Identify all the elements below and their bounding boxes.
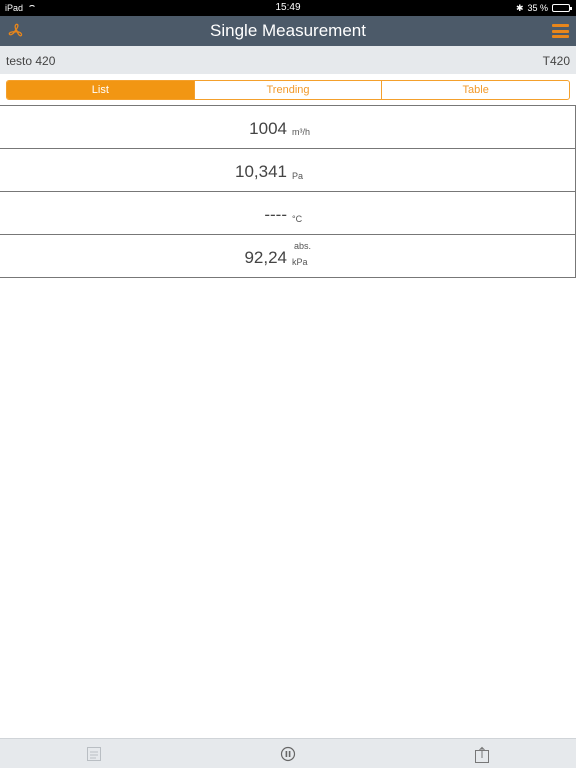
status-time: 15:49 [275,2,301,13]
measurement-unit: kPa [292,257,308,267]
report-icon[interactable] [86,746,102,762]
measurement-value: ---- [264,205,287,224]
measurement-value: 92,24 [244,248,287,267]
bluetooth-icon: ✱ [515,2,524,13]
view-tabs: List Trending Table [6,80,570,100]
device-model: T420 [542,54,570,68]
tab-table[interactable]: Table [381,81,569,99]
measurement-unit-qualifier: abs. [294,241,312,251]
measurement-value: 1004 [249,119,287,138]
page-title: Single Measurement [210,21,366,40]
measurement-row[interactable]: 10,341 Pa [0,149,575,192]
measurement-row[interactable]: ---- °C [0,192,575,235]
device-row: testo 420 T420 [0,46,576,74]
share-icon[interactable] [474,746,490,763]
device-name: testo 420 [6,54,56,68]
menu-bar [552,29,569,33]
nav-bar: Single Measurement [0,16,576,46]
status-right: ✱ 35 % [515,2,572,13]
measurement-unit: m³/h [292,127,310,137]
menu-icon[interactable] [552,24,569,38]
menu-bar [552,35,569,38]
measurement-unit: °C [292,214,303,224]
measurement-value: 10,341 [235,162,287,181]
bottom-toolbar [0,738,576,768]
tab-list[interactable]: List [7,81,194,99]
menu-bar [552,24,569,27]
battery-icon [552,4,572,12]
battery-percent: 35 % [527,3,548,13]
status-bar: iPad 15:49 ✱ 35 % [0,0,576,16]
measurement-row[interactable]: 92,24 abs. kPa [0,235,575,278]
measurement-unit: Pa [292,171,304,181]
pause-icon[interactable] [280,746,296,762]
measurement-row[interactable]: 1004 m³/h [0,106,575,149]
tab-trending[interactable]: Trending [193,81,382,99]
measurement-list: 1004 m³/h 10,341 Pa ---- °C 92,24 abs. k… [0,105,576,278]
